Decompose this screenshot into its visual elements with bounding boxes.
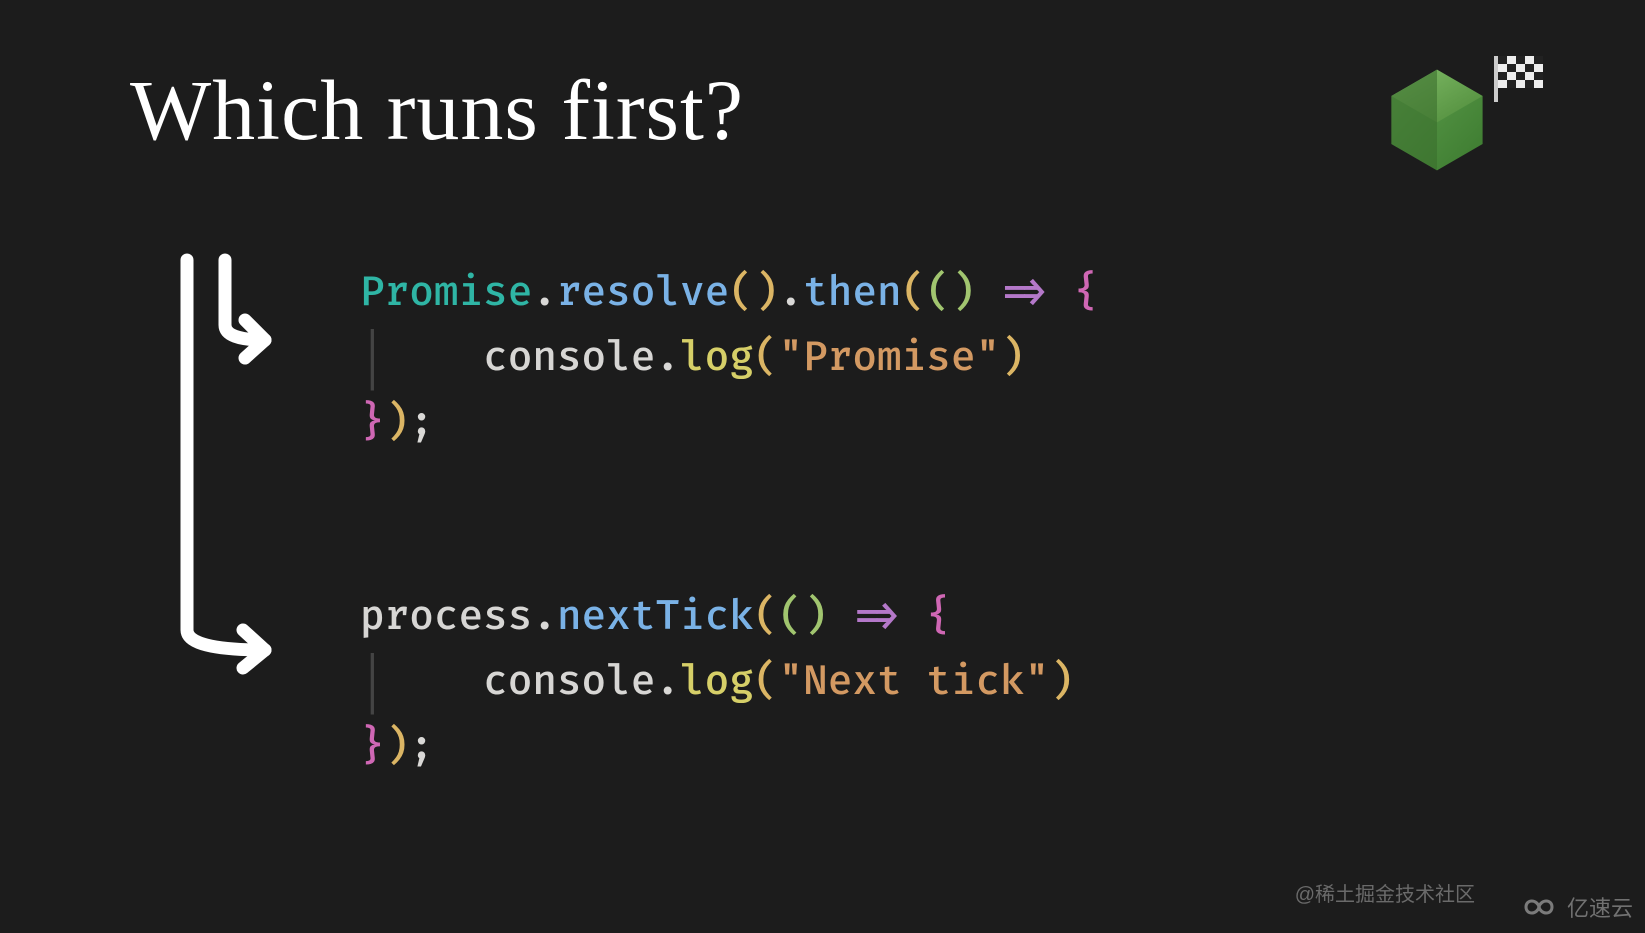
slide-title: Which runs first? [130, 60, 744, 160]
checkered-flag-icon [1489, 54, 1555, 104]
infinity-icon [1517, 892, 1561, 922]
arrows-annotation [165, 250, 335, 690]
node-logo-icon [1377, 60, 1497, 180]
token-promise: Promise [360, 269, 532, 318]
credit-text: @稀土掘金技术社区 [1295, 878, 1475, 907]
brand-watermark: 亿速云 [1517, 891, 1633, 923]
logo-group [1377, 60, 1555, 180]
brand-text: 亿速云 [1567, 891, 1633, 923]
code-block: Promise.resolve().then(() => { │ console… [360, 262, 1099, 780]
token-process: process [360, 593, 532, 642]
